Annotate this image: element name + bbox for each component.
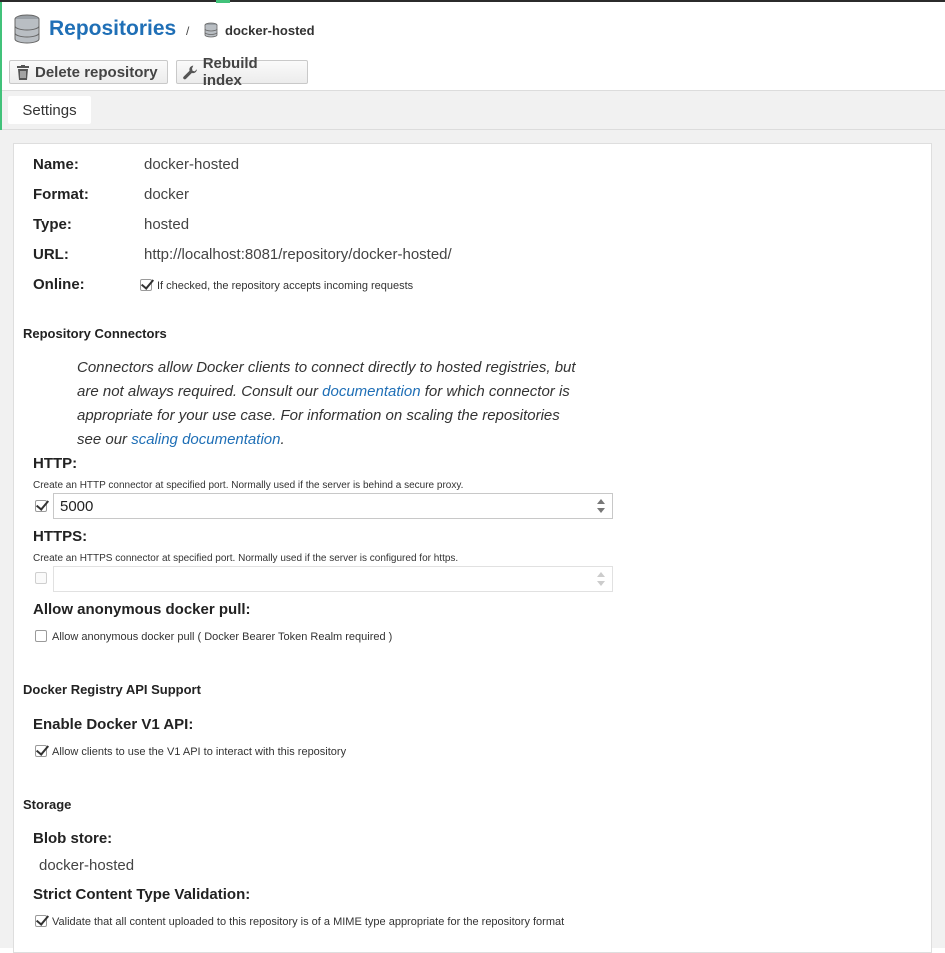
https-help-text: Create an HTTPS connector at specified p… — [33, 553, 459, 564]
name-value: docker-hosted — [144, 156, 240, 173]
connectors-note-text: . — [280, 431, 285, 448]
url-label: URL: — [33, 246, 69, 263]
anonymous-pull-label: Allow anonymous docker pull: — [33, 601, 251, 618]
name-label: Name: — [33, 156, 79, 173]
section-repository-connectors: Repository Connectors — [23, 326, 167, 341]
section-storage: Storage — [23, 797, 72, 812]
strict-validation-text: Validate that all content uploaded to th… — [52, 916, 565, 928]
blob-store-value: docker-hosted — [39, 857, 135, 874]
delete-repository-button[interactable]: Delete repository — [9, 60, 168, 84]
breadcrumb-current: docker-hosted — [225, 23, 315, 38]
url-value: http://localhost:8081/repository/docker-… — [144, 246, 452, 263]
trash-icon — [17, 64, 29, 80]
spinner-arrows-icon[interactable] — [597, 572, 606, 586]
settings-panel — [13, 143, 932, 953]
docker-v1-text: Allow clients to use the V1 API to inter… — [52, 746, 347, 758]
breadcrumb-repositories-link[interactable]: Repositories — [49, 17, 176, 41]
database-icon — [204, 22, 218, 38]
page-header: Repositories / docker-hosted Delete repo… — [0, 2, 945, 90]
rebuild-index-button[interactable]: Rebuild index — [176, 55, 308, 89]
accent-mark — [216, 0, 230, 3]
http-help-text: Create an HTTP connector at specified po… — [33, 480, 464, 491]
breadcrumb-separator: / — [186, 24, 190, 38]
wrench-icon — [183, 65, 197, 79]
accent-bar — [0, 2, 2, 130]
https-checkbox[interactable] — [35, 572, 47, 584]
type-label: Type: — [33, 216, 72, 233]
spinner-arrows-icon[interactable] — [597, 499, 606, 513]
type-value: hosted — [144, 216, 190, 233]
online-checkbox[interactable] — [140, 279, 152, 291]
delete-repository-label: Delete repository — [35, 63, 158, 81]
docker-v1-checkbox[interactable] — [35, 745, 47, 757]
strict-validation-label: Strict Content Type Validation: — [33, 886, 251, 903]
online-checkbox-text: If checked, the repository accepts incom… — [157, 280, 414, 292]
https-label: HTTPS: — [33, 528, 88, 545]
http-checkbox[interactable] — [35, 500, 47, 512]
top-border — [0, 0, 945, 2]
section-docker-registry-api: Docker Registry API Support — [23, 682, 201, 697]
tab-bar: Settings — [0, 90, 945, 130]
format-label: Format: — [33, 186, 89, 203]
documentation-link[interactable]: documentation — [322, 383, 420, 400]
rebuild-index-label: Rebuild index — [202, 55, 258, 89]
http-label: HTTP: — [33, 455, 78, 472]
connectors-note: Connectors allow Docker clients to conne… — [77, 356, 577, 452]
database-icon — [14, 14, 40, 44]
tab-settings[interactable]: Settings — [8, 96, 91, 124]
https-port-input[interactable] — [53, 566, 613, 592]
online-label: Online: — [33, 276, 85, 293]
anonymous-pull-text: Allow anonymous docker pull ( Docker Bea… — [52, 631, 393, 643]
format-value: docker — [144, 186, 190, 203]
scaling-documentation-link[interactable]: scaling documentation — [131, 431, 280, 448]
anonymous-pull-checkbox[interactable] — [35, 630, 47, 642]
http-port-value: 5000 — [60, 498, 94, 515]
strict-validation-checkbox[interactable] — [35, 915, 47, 927]
docker-v1-label: Enable Docker V1 API: — [33, 716, 194, 733]
blob-store-label: Blob store: — [33, 830, 113, 847]
http-port-input[interactable]: 5000 — [53, 493, 613, 519]
